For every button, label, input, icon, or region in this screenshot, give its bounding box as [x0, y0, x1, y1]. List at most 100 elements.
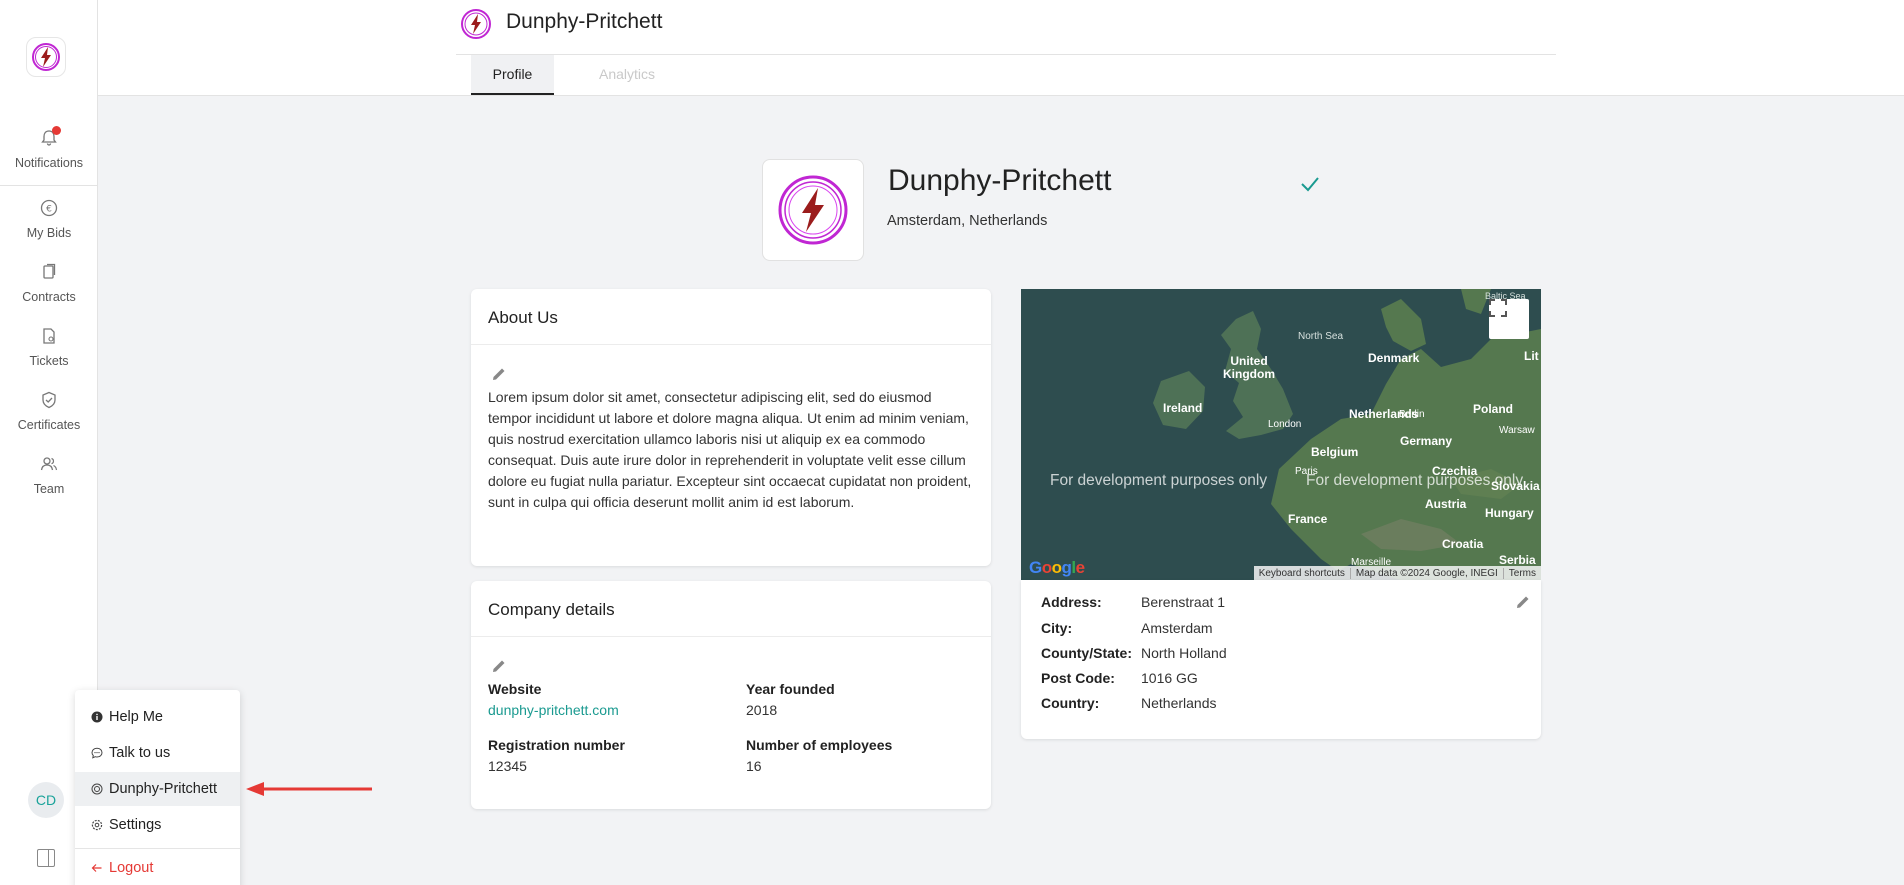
map-label-berlin: Berlin: [1399, 409, 1425, 420]
map-label-belgium: Belgium: [1311, 445, 1359, 459]
country-label: Country:: [1041, 695, 1100, 711]
sidebar-item-label: Contracts: [22, 290, 76, 304]
map-label-croatia: Croatia: [1442, 537, 1484, 551]
sidebar-item-label: Team: [33, 482, 65, 496]
menu-item-settings[interactable]: Settings: [75, 808, 240, 842]
city-label: City:: [1041, 620, 1073, 636]
map-label-poland: Poland: [1473, 402, 1514, 416]
terms-link[interactable]: Terms: [1502, 567, 1541, 579]
team-icon: [39, 454, 59, 474]
map-fullscreen-button[interactable]: [1489, 299, 1529, 339]
map-label-germany: Germany: [1400, 434, 1453, 448]
website-label: Website: [488, 681, 542, 697]
sidebar-item-label: Certificates: [17, 418, 81, 432]
bell-icon: [39, 126, 61, 148]
google-logo: Google: [1029, 558, 1085, 577]
website-link[interactable]: dunphy-pritchett.com: [488, 702, 619, 718]
tab-profile[interactable]: Profile: [471, 55, 554, 95]
company-location: Amsterdam, Netherlands: [887, 213, 1048, 229]
edit-pencil-icon[interactable]: [491, 658, 507, 674]
company-details-title: Company details: [471, 581, 991, 637]
info-icon: [91, 711, 103, 723]
map-label-lit: Lit: [1524, 349, 1539, 363]
about-us-card: About Us Lorem ipsum dolor sit amet, con…: [471, 289, 991, 566]
logout-label: Logout: [109, 860, 154, 876]
fullscreen-icon: [1489, 299, 1507, 317]
year-founded-value: 2018: [746, 702, 778, 718]
annotation-arrow-icon: [246, 782, 372, 796]
map-label-warsaw: Warsaw: [1499, 425, 1535, 436]
address-label: Address:: [1041, 594, 1102, 610]
notification-badge: [52, 126, 61, 135]
address-value: Berenstraat 1: [1141, 594, 1226, 610]
about-us-title: About Us: [471, 289, 991, 345]
post-code-label: Post Code:: [1041, 670, 1115, 686]
map-label-london: London: [1268, 419, 1302, 430]
company-logo: [762, 159, 864, 261]
ticket-icon: [39, 326, 59, 346]
map-label-paris: Paris: [1295, 466, 1318, 477]
year-founded-label: Year founded: [746, 681, 835, 697]
map-label-slovakia: Slovakia: [1491, 479, 1540, 493]
map-attribution: Keyboard shortcuts Map data ©2024 Google…: [1253, 566, 1541, 580]
county-value: North Holland: [1141, 645, 1227, 661]
location-map[interactable]: For development purposes only For develo…: [1021, 289, 1541, 580]
arrow-left-icon: [91, 862, 103, 874]
top-bar: Dunphy-Pritchett Profile Analytics: [98, 0, 1904, 96]
registration-number-value: 12345: [488, 758, 527, 774]
menu-item-label: Dunphy-Pritchett: [109, 781, 217, 797]
menu-item-label: Help Me: [109, 709, 163, 725]
map-label-uk: United Kingdom: [1223, 355, 1275, 381]
sidebar-item-contracts[interactable]: Contracts: [0, 262, 98, 306]
euro-icon: €: [39, 198, 59, 218]
map-label-serbia: Serbia: [1499, 553, 1536, 567]
page-title: Dunphy-Pritchett: [506, 10, 663, 33]
keyboard-shortcuts-link[interactable]: Keyboard shortcuts: [1254, 568, 1350, 579]
sidebar-item-team[interactable]: Team: [0, 454, 98, 498]
menu-item-company[interactable]: Dunphy-Pritchett: [75, 772, 240, 806]
tab-analytics[interactable]: Analytics: [568, 55, 686, 95]
dev-watermark: For development purposes only: [1050, 472, 1268, 489]
menu-item-label: Settings: [109, 817, 162, 833]
app-logo[interactable]: [26, 37, 66, 77]
sidebar-toggle-icon[interactable]: [37, 849, 55, 867]
svg-text:€: €: [46, 205, 52, 215]
chat-icon: [91, 747, 103, 759]
country-value: Netherlands: [1141, 695, 1217, 711]
company-details-card: Company details Website dunphy-pritchett…: [471, 581, 991, 809]
map-label-hungary: Hungary: [1485, 506, 1534, 520]
company-name: Dunphy-Pritchett: [888, 164, 1112, 197]
company-logo-icon: [461, 9, 491, 39]
map-label-united: United: [1230, 354, 1268, 368]
company-icon: [91, 783, 103, 795]
sidebar-item-my-bids[interactable]: € My Bids: [0, 198, 98, 242]
sidebar-item-tickets[interactable]: Tickets: [0, 326, 98, 370]
map-label-czechia: Czechia: [1432, 464, 1478, 478]
map-label-france: France: [1288, 512, 1328, 526]
address-card: Address: Berenstraat 1 City: Amsterdam C…: [1021, 580, 1541, 739]
map-label-ireland: Ireland: [1163, 401, 1203, 415]
menu-item-talk-to-us[interactable]: Talk to us: [75, 736, 240, 770]
menu-item-help-me[interactable]: Help Me: [75, 700, 240, 734]
contract-icon: [39, 262, 59, 282]
employees-label: Number of employees: [746, 737, 893, 753]
about-us-text: Lorem ipsum dolor sit amet, consectetur …: [488, 389, 972, 510]
map-label-austria: Austria: [1425, 497, 1467, 511]
gear-icon: [91, 819, 103, 831]
map-label-kingdom: Kingdom: [1223, 367, 1275, 381]
county-label: County/State:: [1041, 645, 1132, 661]
avatar[interactable]: CD: [28, 782, 64, 818]
verified-check-icon: [1301, 177, 1319, 192]
edit-pencil-icon[interactable]: [1515, 594, 1531, 610]
sidebar-item-notifications[interactable]: Notifications: [0, 126, 98, 172]
logout-button[interactable]: Logout: [75, 851, 240, 885]
employees-value: 16: [746, 758, 762, 774]
map-label-north-sea: North Sea: [1298, 331, 1344, 342]
edit-pencil-icon[interactable]: [491, 366, 507, 382]
map-data-text: Map data ©2024 Google, INEGI: [1349, 567, 1503, 579]
registration-number-label: Registration number: [488, 737, 625, 753]
lightning-logo-icon: [778, 175, 848, 245]
divider: [75, 848, 240, 849]
map-label-denmark: Denmark: [1368, 351, 1420, 365]
sidebar-item-certificates[interactable]: Certificates: [0, 390, 98, 434]
